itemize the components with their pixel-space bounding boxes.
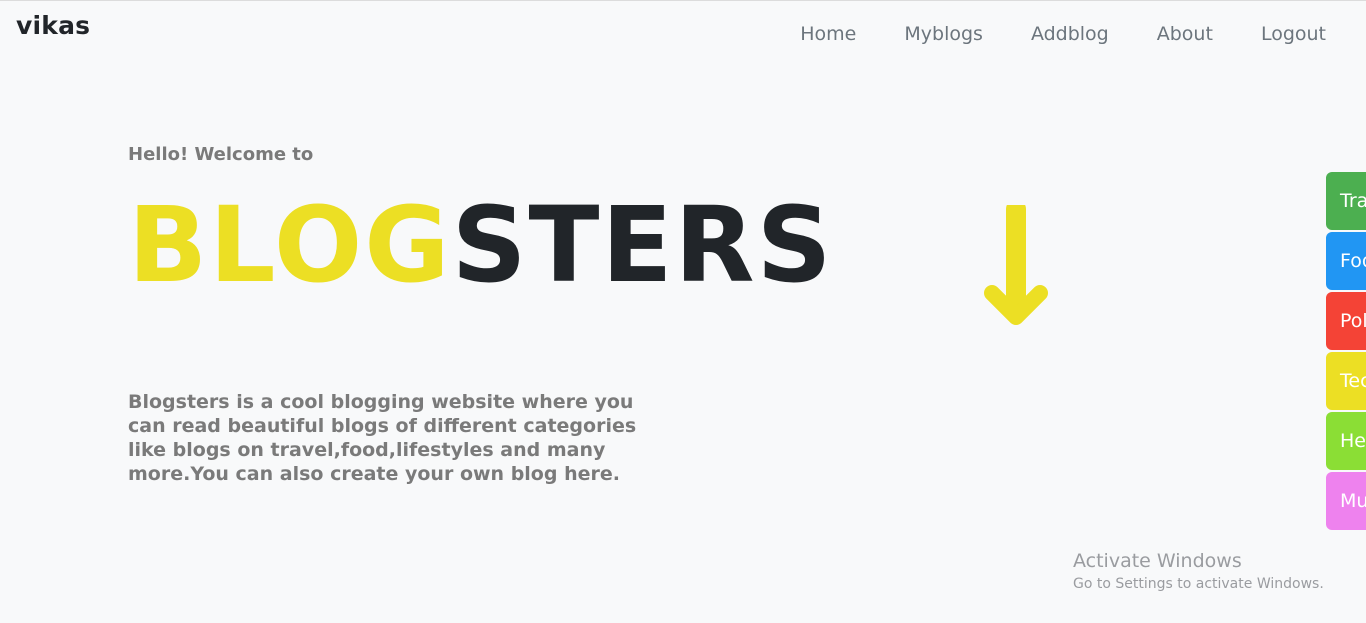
arrow-down-icon[interactable] <box>984 205 1048 325</box>
nav-myblogs[interactable]: Myblogs <box>880 23 1007 45</box>
brand-logo[interactable]: vikas <box>16 11 90 40</box>
hero-title: BLOGSTERS <box>128 190 833 300</box>
category-tab-travel[interactable]: Tra <box>1326 172 1366 230</box>
nav-about[interactable]: About <box>1133 23 1237 45</box>
nav-logout[interactable]: Logout <box>1237 23 1326 45</box>
hero-title-sters: STERS <box>451 184 834 306</box>
watermark-title: Activate Windows <box>1073 550 1242 572</box>
category-tab-politics[interactable]: Pol <box>1326 292 1366 350</box>
site-description: Blogsters is a cool blogging website whe… <box>128 391 637 485</box>
nav-addblog[interactable]: Addblog <box>1007 23 1133 45</box>
category-sidebar: Tra Foo Pol Tec He Mu <box>1326 172 1366 532</box>
category-tab-food[interactable]: Foo <box>1326 232 1366 290</box>
category-tab-tech[interactable]: Tec <box>1326 352 1366 410</box>
watermark-subtitle: Go to Settings to activate Windows. <box>1073 576 1324 592</box>
nav-links: Home Myblogs Addblog About Logout <box>776 23 1326 45</box>
nav-home[interactable]: Home <box>776 23 880 45</box>
category-tab-music[interactable]: Mu <box>1326 472 1366 530</box>
category-tab-health[interactable]: He <box>1326 412 1366 470</box>
windows-activation-watermark: Activate Windows Go to Settings to activ… <box>1073 550 1324 592</box>
welcome-greeting: Hello! Welcome to <box>128 144 314 165</box>
hero-title-blog: BLOG <box>128 184 452 306</box>
